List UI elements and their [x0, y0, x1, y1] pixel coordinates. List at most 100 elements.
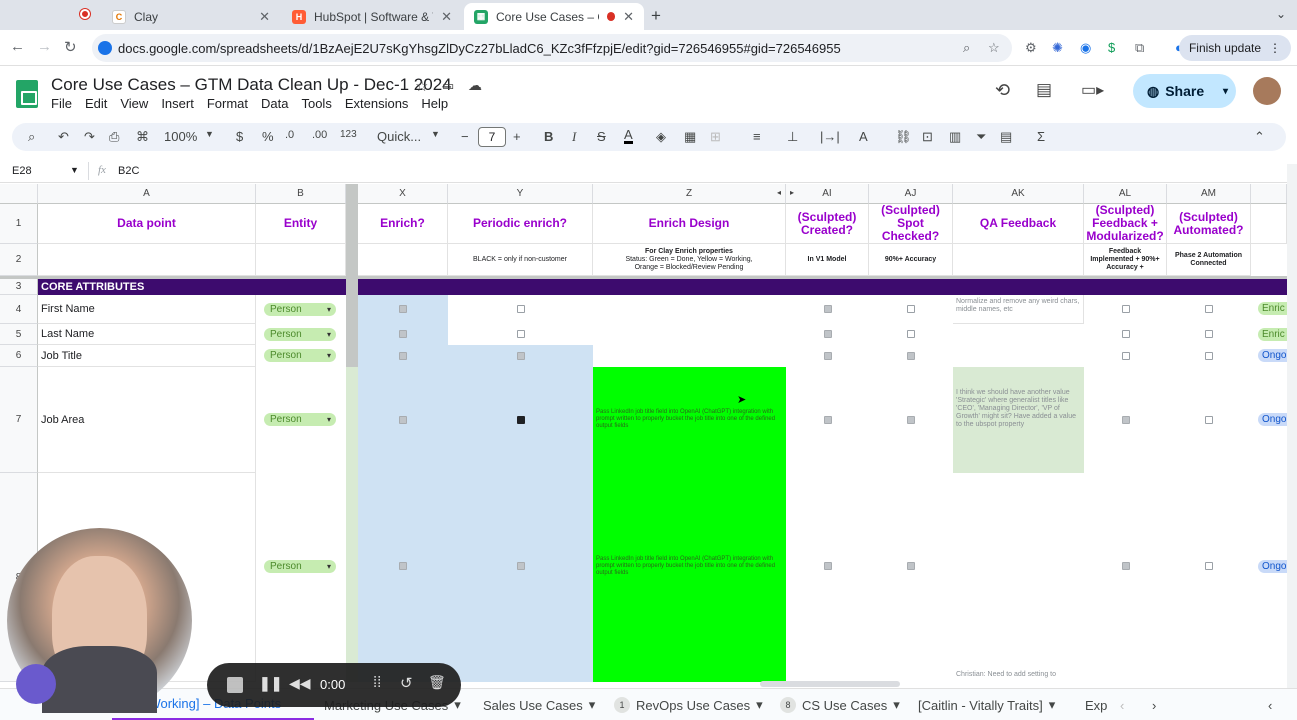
rewind-icon[interactable]: ◀◀ — [289, 675, 311, 692]
link-icon[interactable]: ⛓ — [895, 129, 912, 145]
checkbox[interactable] — [1205, 330, 1213, 338]
sheet-tab-sales[interactable]: Sales Use Cases ▾ — [483, 689, 595, 720]
chevron-down-icon[interactable]: ⌄ — [1276, 7, 1286, 21]
checkbox[interactable] — [1122, 305, 1130, 313]
section-header[interactable]: CORE ATTRIBUTES — [38, 279, 346, 295]
merge-cells-icon[interactable]: ⊞ — [710, 129, 721, 145]
decrease-decimal-button[interactable]: .0 — [285, 129, 294, 141]
status-chip[interactable]: Enric — [1258, 328, 1287, 341]
zoom-icon[interactable]: ⌕ — [963, 40, 970, 56]
column-header-b[interactable]: B — [256, 184, 346, 204]
close-icon[interactable]: ✕ — [441, 9, 452, 25]
minus-icon[interactable]: − — [461, 129, 469, 144]
checkbox[interactable] — [517, 352, 525, 360]
header-periodic-enrich[interactable]: Periodic enrich? — [448, 204, 593, 244]
row-header-7[interactable]: 7 — [0, 367, 38, 473]
extension-icon[interactable]: $ — [1108, 40, 1115, 55]
row-header-1[interactable]: 1 — [0, 204, 38, 244]
rotate-text-icon[interactable]: A — [859, 129, 868, 144]
paint-format-icon[interactable]: ⌘ — [136, 129, 149, 145]
extension-icon[interactable]: ◉ — [1080, 40, 1091, 56]
status-chip[interactable]: Ongo — [1258, 413, 1287, 426]
data-point-cell[interactable]: Job Area — [38, 367, 256, 473]
functions-icon[interactable]: Σ — [1037, 129, 1045, 144]
browser-tab-clay[interactable]: C Clay ✕ — [102, 3, 280, 30]
checkbox[interactable] — [1122, 562, 1130, 570]
share-button[interactable]: ◍ Share ▾ — [1133, 74, 1236, 108]
checkbox[interactable] — [907, 352, 915, 360]
new-tab-icon[interactable]: + — [651, 6, 661, 26]
entity-chip[interactable]: Person — [264, 349, 336, 362]
menu-data[interactable]: Data — [261, 96, 288, 111]
undo-icon[interactable]: ↶ — [58, 129, 69, 145]
avatar[interactable] — [1253, 77, 1281, 105]
font-select[interactable]: Quick... — [377, 129, 421, 144]
row-header-3[interactable]: 3 — [0, 279, 38, 295]
checkbox[interactable] — [399, 416, 407, 424]
cell[interactable] — [256, 244, 346, 276]
checkbox[interactable] — [1122, 330, 1130, 338]
borders-icon[interactable]: ▦ — [684, 129, 696, 145]
column-left-arrow-icon[interactable]: ◂ — [777, 188, 781, 197]
row-header-5[interactable]: 5 — [0, 324, 38, 345]
recorder-logo-icon[interactable] — [16, 664, 56, 704]
menu-tools[interactable]: Tools — [301, 96, 331, 111]
checkbox[interactable] — [517, 416, 525, 424]
back-icon[interactable]: ← — [10, 38, 25, 55]
chevron-down-icon[interactable]: ▼ — [431, 129, 440, 139]
meet-icon[interactable]: ▭▸ — [1081, 80, 1104, 100]
checkbox[interactable] — [824, 562, 832, 570]
qa-feedback-cell[interactable]: Normalize and remove any weird chars, mi… — [953, 295, 1084, 324]
cloud-icon[interactable]: ☁ — [468, 77, 482, 94]
column-header-y[interactable]: Y — [448, 184, 593, 204]
menu-insert[interactable]: Insert — [161, 96, 194, 111]
column-header-x[interactable]: X — [358, 184, 448, 204]
folder-icon[interactable]: ▭ — [442, 78, 454, 94]
sheets-logo-icon[interactable] — [16, 80, 38, 108]
menu-edit[interactable]: Edit — [85, 96, 107, 111]
checkbox[interactable] — [1205, 305, 1213, 313]
enrich-design-cell[interactable]: Pass LinkedIn job title field into OpenA… — [593, 473, 786, 682]
data-point-cell[interactable]: Job Title — [38, 345, 256, 367]
checkbox[interactable] — [907, 330, 915, 338]
stop-button[interactable] — [227, 677, 243, 693]
subheader-created[interactable]: In V1 Model — [786, 244, 869, 276]
checkbox[interactable] — [399, 330, 407, 338]
entity-chip[interactable]: Person — [264, 303, 336, 316]
vertical-align-icon[interactable]: ⊥ — [787, 129, 798, 145]
qa-feedback-cell[interactable]: I think we should have another value 'St… — [953, 367, 1084, 473]
row-header-6[interactable]: 6 — [0, 345, 38, 367]
checkbox[interactable] — [517, 330, 525, 338]
reload-icon[interactable]: ↻ — [64, 38, 77, 56]
checkbox[interactable] — [907, 416, 915, 424]
url-input[interactable]: docs.google.com/spreadsheets/d/1BzAejE2U… — [92, 34, 1012, 62]
column-header-z[interactable]: Z — [593, 184, 786, 204]
checkbox[interactable] — [1122, 352, 1130, 360]
header-feedback-modularized[interactable]: (Sculpted) Feedback + Modularized? — [1084, 204, 1167, 244]
browser-tab-hubspot[interactable]: H HubSpot | Software & Tools fo ✕ — [282, 3, 462, 30]
extension-icon[interactable]: ⚙ — [1025, 40, 1037, 56]
menu-format[interactable]: Format — [207, 96, 248, 111]
checkbox[interactable] — [517, 562, 525, 570]
chevron-down-icon[interactable]: ▼ — [70, 165, 79, 175]
header-enrich[interactable]: Enrich? — [358, 204, 448, 244]
checkbox[interactable] — [824, 352, 832, 360]
checkbox[interactable] — [824, 330, 832, 338]
qa-feedback-cell[interactable]: Christian: Need to add setting to — [953, 668, 1084, 682]
bookmark-star-icon[interactable]: ☆ — [988, 40, 1000, 56]
checkbox[interactable] — [907, 562, 915, 570]
explore-collapse-icon[interactable]: ‹ — [1268, 689, 1272, 720]
close-icon[interactable]: ✕ — [623, 9, 634, 25]
font-size-input[interactable]: 7 — [478, 127, 506, 147]
chevron-up-icon[interactable]: ⌃ — [1254, 129, 1265, 145]
subheader-design[interactable]: For Clay Enrich properties Status: Green… — [593, 244, 786, 276]
entity-chip[interactable]: Person — [264, 328, 336, 341]
header-qa-feedback[interactable]: QA Feedback — [953, 204, 1084, 244]
horizontal-scrollbar[interactable] — [760, 681, 900, 687]
header-spot-checked[interactable]: (Sculpted) Spot Checked? — [869, 204, 953, 244]
chart-icon[interactable]: ▥ — [949, 129, 961, 145]
checkbox[interactable] — [399, 562, 407, 570]
strikethrough-icon[interactable]: S — [597, 129, 606, 144]
grip-icon[interactable]: ⁞⁞ — [373, 674, 381, 691]
menu-file[interactable]: File — [51, 96, 72, 111]
